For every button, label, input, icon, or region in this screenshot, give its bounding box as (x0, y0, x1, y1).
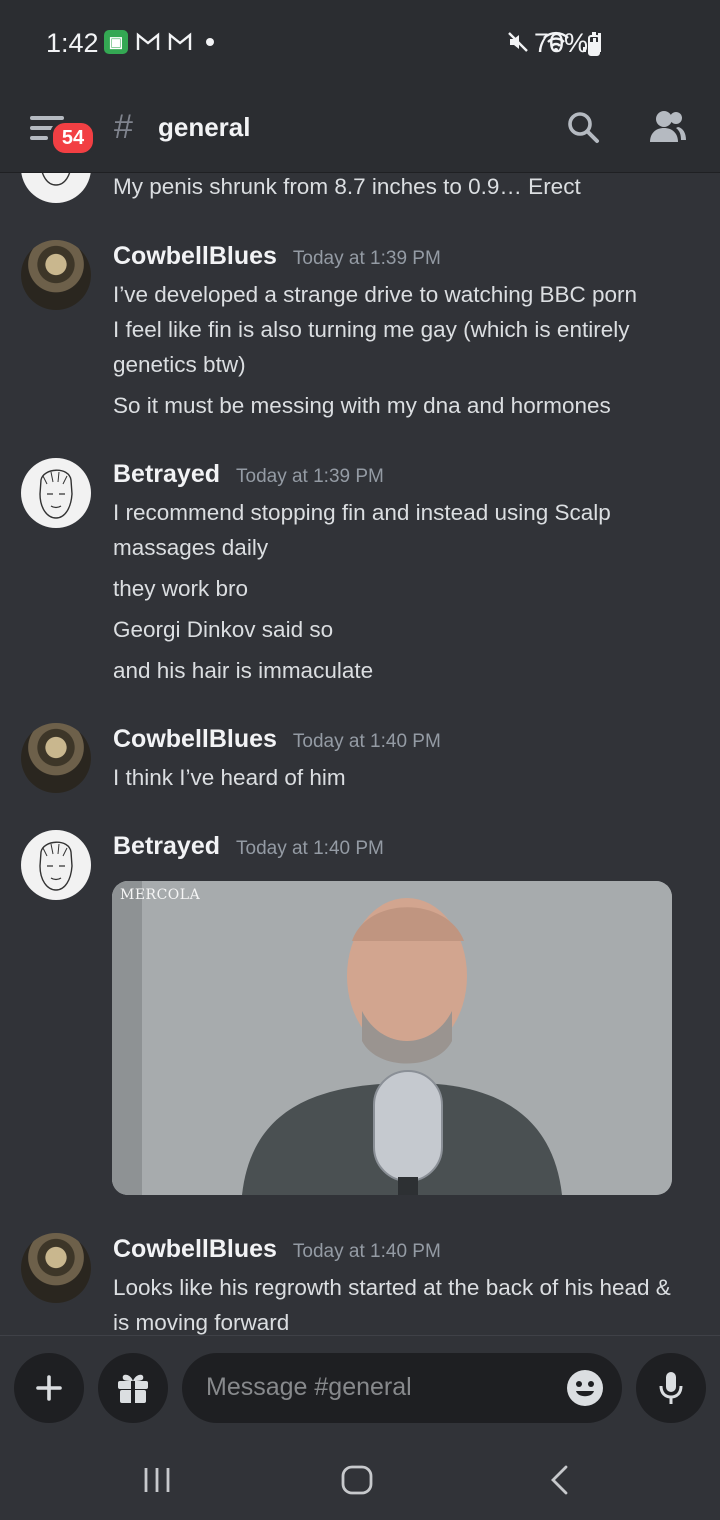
message-input[interactable]: Message #general (182, 1353, 622, 1423)
emoji-icon[interactable] (566, 1369, 604, 1407)
microphone-icon (659, 1372, 683, 1404)
add-button[interactable] (14, 1353, 84, 1423)
message-line: So it must be messing with my dna and ho… (113, 393, 611, 418)
attached-image[interactable]: MERCOLA (112, 881, 672, 1195)
message-placeholder: Message #general (206, 1373, 412, 1401)
avatar[interactable] (21, 458, 91, 528)
voice-button[interactable] (636, 1353, 706, 1423)
home-icon[interactable] (340, 1464, 374, 1496)
status-time: 1:42 (46, 28, 99, 58)
message-line: Georgi Dinkov said so (113, 617, 334, 642)
back-icon[interactable] (548, 1464, 572, 1496)
username[interactable]: Betrayed (113, 832, 220, 861)
avatar[interactable] (21, 723, 91, 793)
username[interactable]: CowbellBlues (113, 725, 277, 754)
username[interactable]: CowbellBlues (113, 1235, 277, 1264)
channel-name[interactable]: general (158, 112, 251, 143)
mute-icon (508, 32, 528, 52)
message-line: I think I’ve heard of him (113, 765, 346, 790)
composer: Message #general (0, 1335, 720, 1439)
notification-badge: 54 (50, 120, 96, 156)
sketch-face-avatar (41, 173, 71, 186)
plus-icon (36, 1375, 62, 1401)
timestamp: Today at 1:40 PM (292, 731, 441, 752)
avatar[interactable] (21, 173, 91, 203)
search-icon[interactable] (566, 110, 600, 144)
recent-apps-icon[interactable] (142, 1466, 172, 1494)
message-line: and his hair is immaculate (113, 658, 374, 683)
sketch-face-avatar (39, 469, 73, 519)
timestamp: Today at 1:39 PM (292, 248, 441, 269)
image-watermark: MERCOLA (120, 887, 201, 903)
avatar[interactable] (21, 240, 91, 310)
hash-icon: # (114, 108, 133, 146)
gift-button[interactable] (98, 1353, 168, 1423)
message-line: My penis shrunk from 8.7 inches to 0.9… … (113, 174, 581, 199)
timestamp: Today at 1:39 PM (236, 466, 384, 487)
sketch-face-avatar (39, 841, 73, 891)
message-line: I recommend stopping fin and instead usi… (113, 500, 611, 525)
message-line: I’ve developed a strange drive to watchi… (113, 282, 638, 307)
message-line: is moving forward (113, 1310, 290, 1335)
members-icon[interactable] (648, 108, 688, 146)
status-bar: 1:42 ▣ 70% (0, 0, 720, 90)
message-line: I feel like fin is also turning me gay (… (113, 317, 630, 342)
gmail-icon (136, 32, 160, 50)
message-line: they work bro (113, 576, 249, 601)
channel-header: 54 # general (0, 90, 720, 173)
message-line: Looks like his regrowth started at the b… (113, 1275, 671, 1300)
username[interactable]: Betrayed (113, 460, 220, 489)
android-nav-bar (0, 1438, 720, 1520)
battery-level (590, 42, 598, 54)
gmail-icon (168, 32, 192, 50)
timestamp: Today at 1:40 PM (236, 838, 384, 859)
gift-icon (118, 1374, 148, 1403)
notification-dot (206, 38, 214, 46)
app-icon: ▣ (104, 30, 128, 54)
avatar[interactable] (21, 830, 91, 900)
battery-icon (588, 32, 600, 56)
message-line: genetics btw) (113, 352, 246, 377)
avatar[interactable] (21, 1233, 91, 1303)
timestamp: Today at 1:40 PM (292, 1241, 441, 1262)
username[interactable]: CowbellBlues (113, 242, 277, 271)
video-still-man-with-microphone (112, 881, 672, 1195)
message-list[interactable]: My penis shrunk from 8.7 inches to 0.9… … (0, 173, 720, 1335)
message-line: massages daily (113, 535, 269, 560)
battery-percent: 70% (534, 28, 589, 58)
